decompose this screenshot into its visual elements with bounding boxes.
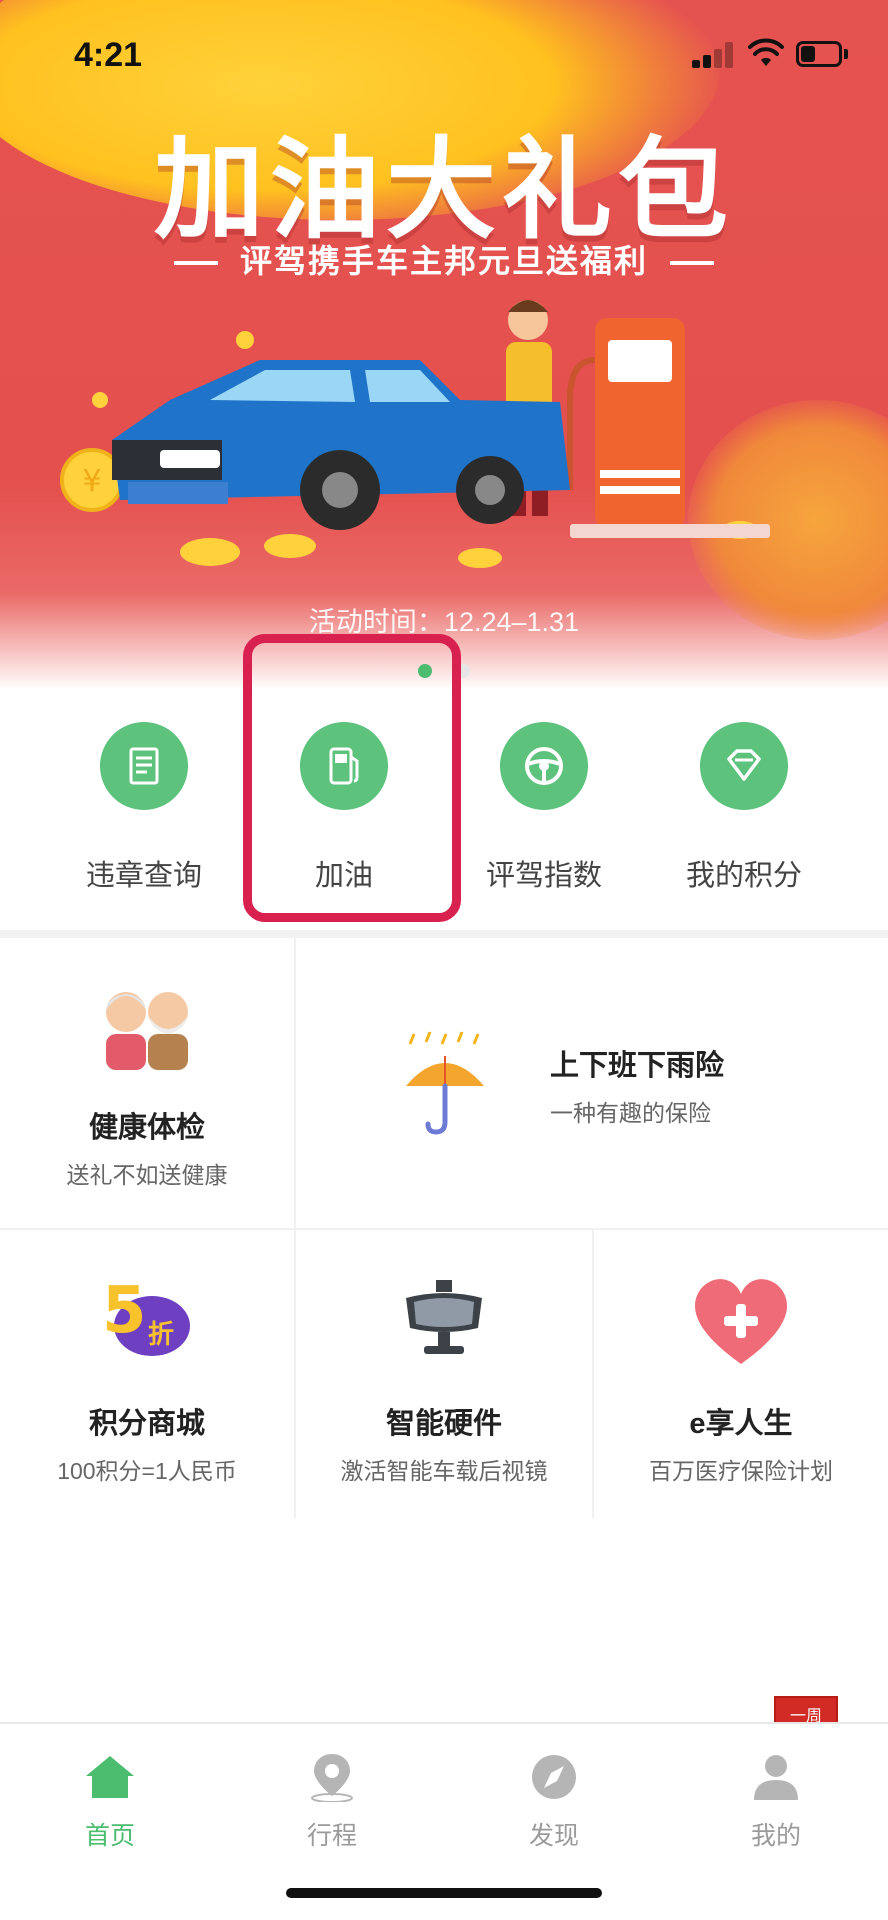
card-title: e享人生 <box>689 1408 793 1440</box>
card-title: 积分商城 <box>88 1408 205 1440</box>
card-subtitle: 百万医疗保险计划 <box>649 1458 833 1484</box>
tab-label: 我的 <box>750 1822 801 1850</box>
battery-icon <box>796 41 848 67</box>
tab-home[interactable]: 首页 <box>40 1742 180 1852</box>
tab-discover[interactable]: 发现 <box>484 1742 624 1852</box>
tab-label: 首页 <box>84 1822 135 1850</box>
card-title: 健康体检 <box>88 1112 205 1144</box>
home-icon <box>86 1756 134 1798</box>
quick-menu: 违章查询 加油 评驾指数 我的积分 <box>0 690 888 930</box>
quick-item-my-points[interactable]: 我的积分 <box>644 690 844 930</box>
svg-text:¥: ¥ <box>82 464 101 499</box>
feature-grid: 健康体检 送礼不如送健康 上下班下雨险 一种有趣的保险 5 折 积分商城 100… <box>0 938 888 1520</box>
receipt-icon <box>100 722 188 810</box>
car-fueling-illustration: ¥ <box>60 300 770 568</box>
promo-banner[interactable]: 4:21 加油大礼包 评驾携手车主邦元旦送福利 ¥ 活动时间：12.24–1.3… <box>0 0 888 690</box>
card-subtitle: 100积分=1人民币 <box>57 1458 237 1484</box>
status-time: 4:21 <box>74 36 143 74</box>
banner-pager <box>0 664 888 678</box>
elderly-couple-icon <box>106 992 188 1070</box>
home-indicator[interactable] <box>286 1888 602 1898</box>
rearview-mirror-icon <box>406 1280 482 1354</box>
quick-item-violation-query[interactable]: 违章查询 <box>44 690 244 930</box>
banner-subtitle: 评驾携手车主邦元旦送福利 <box>239 242 648 280</box>
diamond-icon <box>700 722 788 810</box>
card-points-mall[interactable]: 5 折 积分商城 100积分=1人民币 <box>0 1230 294 1520</box>
card-health-check[interactable]: 健康体检 送礼不如送健康 <box>0 938 294 1228</box>
steering-wheel-icon <box>500 722 588 810</box>
card-subtitle: 一种有趣的保险 <box>550 1100 711 1126</box>
wifi-icon <box>748 38 784 66</box>
banner-subtitle-row: 评驾携手车主邦元旦送福利 <box>0 236 888 282</box>
fuel-pump-icon <box>300 722 388 810</box>
card-title: 上下班下雨险 <box>550 1050 725 1082</box>
discount-badge-icon: 5 折 <box>96 1274 196 1364</box>
status-bar: 4:21 <box>0 0 888 108</box>
umbrella-rain-icon <box>406 1031 484 1135</box>
quick-item-refuel[interactable]: 加油 <box>244 690 444 930</box>
quick-item-label: 我的积分 <box>685 860 802 892</box>
pager-dot-active[interactable] <box>418 664 432 678</box>
tab-label: 行程 <box>306 1822 357 1850</box>
cellular-signal-icon <box>692 42 736 68</box>
quick-item-driving-score[interactable]: 评驾指数 <box>444 690 644 930</box>
tab-label: 发现 <box>528 1822 579 1850</box>
tab-trips[interactable]: 行程 <box>262 1742 402 1852</box>
pager-dot[interactable] <box>456 664 470 678</box>
card-smart-hardware[interactable]: 智能硬件 激活智能车载后视镜 <box>296 1230 592 1520</box>
card-rain-insurance[interactable]: 上下班下雨险 一种有趣的保险 <box>296 938 888 1228</box>
card-subtitle: 激活智能车载后视镜 <box>340 1458 548 1484</box>
user-icon <box>754 1755 798 1800</box>
activity-time: 活动时间：12.24–1.31 <box>308 607 580 637</box>
quick-item-label: 违章查询 <box>85 860 202 892</box>
section-divider <box>0 930 888 938</box>
compass-icon <box>532 1755 576 1799</box>
tab-mine[interactable]: 我的 <box>706 1742 846 1852</box>
card-subtitle: 送礼不如送健康 <box>66 1162 228 1188</box>
card-e-life[interactable]: e享人生 百万医疗保险计划 <box>594 1230 888 1520</box>
quick-item-label: 加油 <box>314 860 373 892</box>
location-pin-icon <box>311 1754 353 1802</box>
card-title: 智能硬件 <box>385 1408 502 1440</box>
quick-item-label: 评驾指数 <box>485 860 602 892</box>
heart-plus-icon <box>694 1279 788 1364</box>
